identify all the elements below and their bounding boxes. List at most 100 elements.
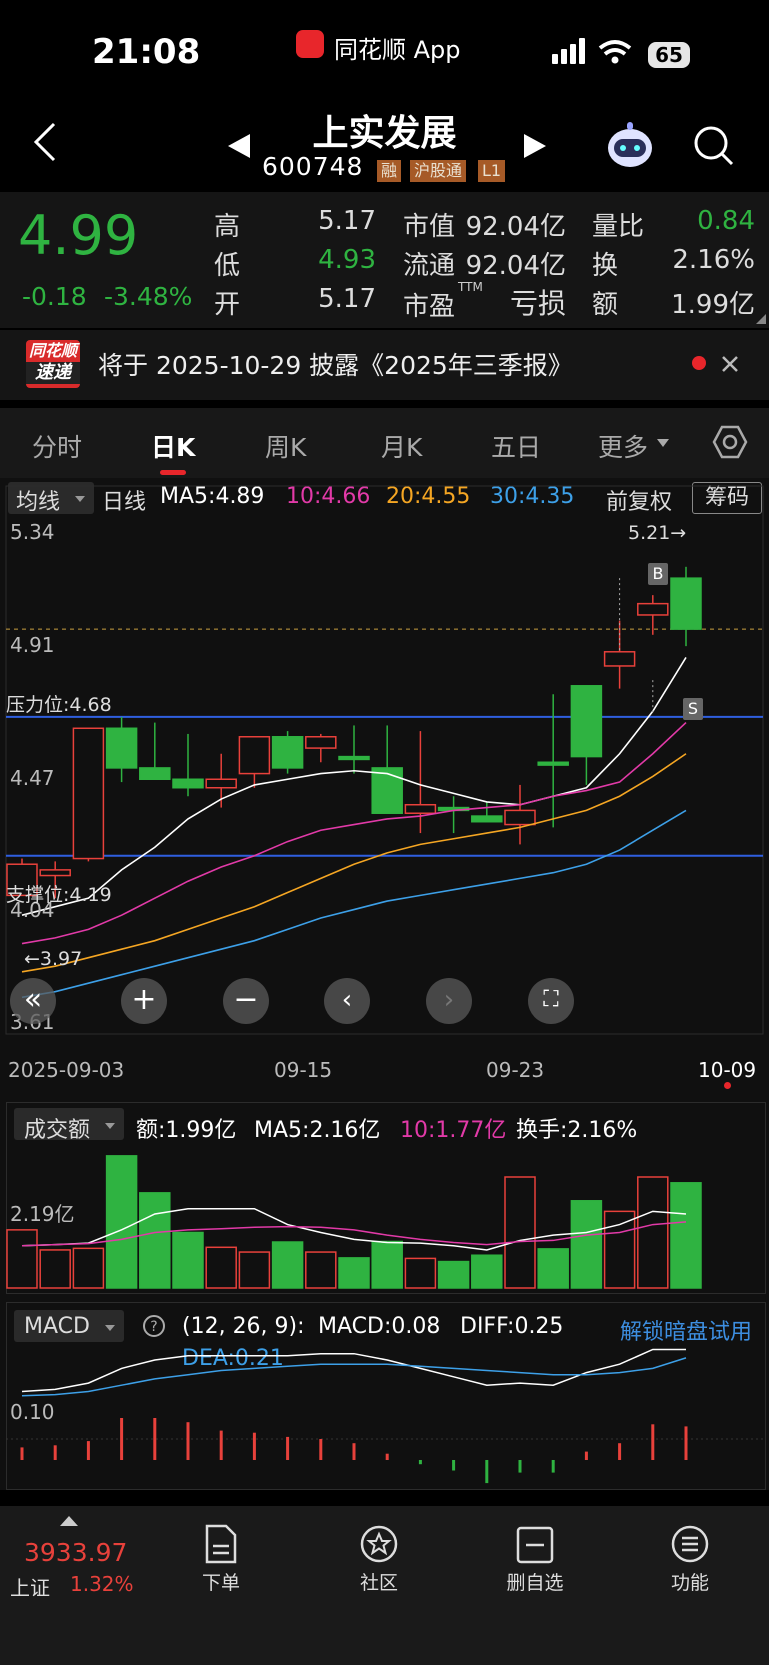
mcap-label: 市值 xyxy=(403,212,456,242)
tab-active-indicator xyxy=(160,470,186,475)
candle-body xyxy=(603,651,636,667)
candle-body xyxy=(504,809,536,826)
low-label: 低 xyxy=(214,251,241,281)
price-axis-tick: 4.47 xyxy=(10,766,55,790)
volume-bar xyxy=(637,1176,669,1289)
scroll-right-button[interactable]: › xyxy=(426,978,472,1024)
candle-body xyxy=(172,778,204,789)
notice-logo-bottom: 速递 xyxy=(26,362,80,384)
tab-weekly-k[interactable]: 周K xyxy=(265,428,306,464)
close-icon[interactable] xyxy=(720,354,740,374)
notice-logo-top: 同花顺 xyxy=(28,341,77,360)
candle-body xyxy=(670,577,702,630)
last-price: 4.99 xyxy=(18,204,139,267)
volume-chart[interactable] xyxy=(0,1140,769,1290)
volume-bar xyxy=(172,1231,204,1289)
chevron-down-icon xyxy=(105,1123,115,1129)
volume-bar xyxy=(105,1155,138,1289)
date-axis-tick: 09-15 xyxy=(274,1058,333,1082)
index-value[interactable]: 3933.97 xyxy=(24,1538,127,1567)
tab-intraday[interactable]: 分时 xyxy=(32,428,82,464)
high-value: 5.17 xyxy=(318,206,376,236)
candle-body xyxy=(637,602,669,616)
order-tab[interactable]: 下单 xyxy=(181,1568,261,1595)
battery-icon: 65 xyxy=(648,42,690,68)
candle-body xyxy=(471,815,503,823)
search-icon[interactable] xyxy=(692,124,736,168)
candle-body xyxy=(404,803,437,814)
chevron-down-icon xyxy=(657,439,669,447)
volume-bar xyxy=(205,1246,237,1289)
today-dot xyxy=(724,1082,731,1089)
resistance-label: 压力位:4.68 xyxy=(6,694,112,716)
turnover-label: 换 xyxy=(592,251,619,281)
candle-body xyxy=(39,869,71,877)
tab-more[interactable]: 更多 xyxy=(598,428,648,464)
volume-bar xyxy=(471,1254,503,1289)
functions-tab[interactable]: 功能 xyxy=(650,1568,730,1595)
volume-bar xyxy=(570,1200,603,1289)
volume-bar xyxy=(404,1257,437,1289)
price-axis-tick: 4.91 xyxy=(10,633,55,657)
volume-bar xyxy=(504,1176,536,1289)
macd-selector-label: MACD xyxy=(24,1314,90,1339)
candle-body xyxy=(105,727,138,769)
help-icon[interactable]: ? xyxy=(142,1314,166,1338)
remove-watchlist-icon[interactable] xyxy=(516,1526,554,1564)
buy-marker[interactable]: B xyxy=(648,563,668,585)
zoom-out-button[interactable]: − xyxy=(223,978,269,1024)
fullscreen-button[interactable]: ⛶ xyxy=(528,978,574,1024)
volume-bar xyxy=(537,1248,569,1289)
svg-text:?: ? xyxy=(150,1319,157,1335)
candle-body xyxy=(570,685,603,758)
remove-watchlist-tab[interactable]: 删自选 xyxy=(495,1568,575,1595)
macd-chart[interactable] xyxy=(0,1348,769,1488)
support-label: 支撑位:4.19 xyxy=(6,884,112,906)
sell-marker[interactable]: S xyxy=(683,698,703,720)
order-icon[interactable] xyxy=(204,1524,238,1564)
index-up-arrow-icon xyxy=(60,1516,78,1526)
float-value: 92.04亿 xyxy=(465,251,566,281)
candle-body xyxy=(72,727,105,860)
functions-icon[interactable] xyxy=(670,1524,710,1564)
community-icon[interactable] xyxy=(359,1524,399,1564)
mcap-value: 92.04亿 xyxy=(465,212,566,242)
high-label: 高 xyxy=(214,212,241,242)
notice-logo: 同花顺 速递 xyxy=(26,340,80,388)
date-axis-tick: 09-23 xyxy=(486,1058,545,1082)
tag-level: L1 xyxy=(478,160,506,182)
amount-label: 额 xyxy=(592,290,619,320)
volume-bar xyxy=(271,1241,304,1289)
kline-chart[interactable] xyxy=(0,478,769,1038)
community-tab[interactable]: 社区 xyxy=(339,1568,419,1595)
candle-body xyxy=(371,767,403,814)
price-change: -0.18 xyxy=(22,282,87,311)
unlock-dark-pool-link[interactable]: 解锁暗盘试用 xyxy=(620,1314,752,1346)
tab-daily-k[interactable]: 日K xyxy=(151,428,195,464)
open-value: 5.17 xyxy=(318,284,376,314)
unread-dot xyxy=(692,356,706,370)
zoom-in-button[interactable]: + xyxy=(121,978,167,1024)
date-axis-tick: 10-09 xyxy=(698,1058,757,1082)
candle-body xyxy=(139,767,171,780)
volume-bar xyxy=(72,1247,105,1289)
scroll-left-fast-button[interactable]: « xyxy=(10,978,56,1024)
volume-bar xyxy=(338,1257,370,1289)
amount-value: 1.99亿 xyxy=(671,290,755,320)
macd-value: MACD:0.08 xyxy=(318,1314,441,1339)
volume-bar xyxy=(39,1249,71,1289)
status-time: 21:08 xyxy=(92,32,201,72)
volume-bar xyxy=(6,1229,38,1289)
candle-body xyxy=(271,736,304,769)
settings-icon[interactable] xyxy=(712,424,748,460)
tab-monthly-k[interactable]: 月K xyxy=(381,428,422,464)
robot-assistant-icon[interactable] xyxy=(604,122,656,170)
open-label: 开 xyxy=(214,290,241,320)
low-annotation: ←3.97 xyxy=(24,948,83,970)
scroll-left-button[interactable]: ‹ xyxy=(324,978,370,1024)
volume-bar xyxy=(371,1240,403,1289)
tab-five-day[interactable]: 五日 xyxy=(491,428,541,464)
expand-corner-icon[interactable] xyxy=(756,314,766,324)
stock-code: 600748 xyxy=(262,152,364,181)
index-change-pct: 1.32% xyxy=(70,1572,134,1596)
